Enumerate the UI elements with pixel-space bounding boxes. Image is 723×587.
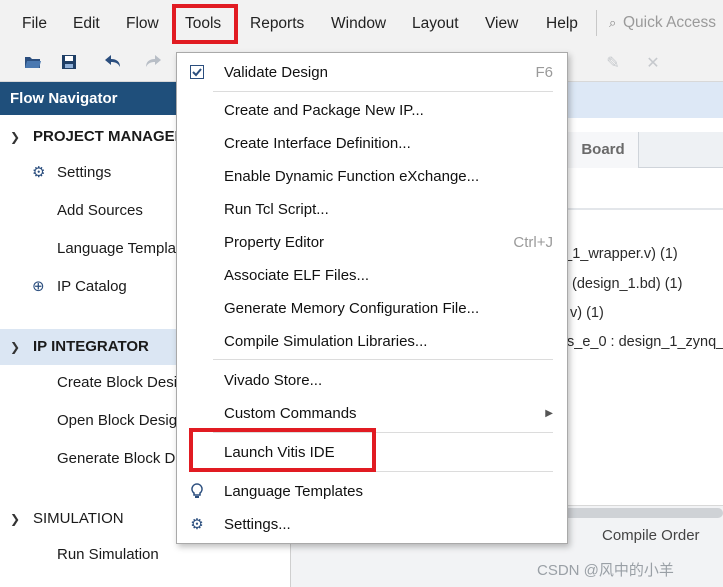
menu-bar: File Edit Flow Tools Reports Window Layo… [0,0,723,46]
plug-icon: ⊕ [32,278,45,295]
menu-reports[interactable]: Reports [250,12,304,36]
save-icon[interactable] [58,54,80,74]
menu-item-create-interface-definition[interactable]: Create Interface Definition... [177,127,567,160]
menu-item-label: Create Interface Definition... [224,135,411,152]
section-label: IP INTEGRATOR [33,338,149,355]
gear-icon: ⚙ [190,516,204,533]
search-icon: ⌕ [609,15,617,30]
section-label: PROJECT MANAGER [33,128,186,145]
menu-flow[interactable]: Flow [126,12,159,36]
chevron-down-icon: ❯ [10,130,21,144]
menu-item-label: Compile Simulation Libraries... [224,333,428,350]
gear-icon: ⚙ [32,164,46,181]
tab-board[interactable]: Board [567,132,639,168]
menu-window[interactable]: Window [331,12,386,36]
undo-icon[interactable] [102,54,124,74]
menu-file[interactable]: File [22,12,47,36]
submenu-arrow-icon: ▶ [545,408,553,419]
menu-item-validate-design[interactable]: Validate Design F6 [177,56,567,89]
section-label: SIMULATION [33,510,124,527]
source-tree-item[interactable]: (design_1.bd) (1) [572,276,682,292]
menu-separator [213,359,553,360]
menu-layout[interactable]: Layout [412,12,459,36]
nav-item-label: Open Block Design [57,412,186,429]
nav-item-run-simulation[interactable]: Run Simulation [0,540,291,570]
menu-item-label: Validate Design [224,64,328,81]
redo-icon[interactable] [142,54,164,74]
menu-help[interactable]: Help [546,12,578,36]
menu-item-label: Vivado Store... [224,372,323,389]
tab-compile-order[interactable]: Compile Order [602,527,700,544]
menu-item-label: Associate ELF Files... [224,267,370,284]
nav-item-label: IP Catalog [57,278,127,295]
tools-highlight-box [172,4,238,44]
disabled-close-icon: ✕ [646,55,660,72]
quick-access-search[interactable]: ⌕ Quick Access [596,10,723,36]
chevron-down-icon: ❯ [10,340,21,354]
menu-item-label: Settings... [224,516,291,533]
menu-item-label: Create and Package New IP... [224,102,424,119]
disabled-pin-icon: ✎ [606,55,620,72]
launch-vitis-highlight-box [189,428,376,472]
quick-access-placeholder: Quick Access [623,14,717,31]
source-tree-item[interactable]: s_e_0 : design_1_zynq_ [567,334,723,350]
nav-item-label: Run Simulation [57,546,159,563]
menu-item-generate-memory-config[interactable]: Generate Memory Configuration File... [177,292,567,325]
nav-item-label: Settings [57,164,112,181]
chevron-down-icon: ❯ [10,512,21,526]
menu-item-label: Property Editor [224,234,325,251]
menu-item-language-templates[interactable]: Language Templates [177,475,567,508]
menu-item-settings[interactable]: ⚙ Settings... [177,508,567,541]
menu-item-property-editor[interactable]: Property Editor Ctrl+J [177,226,567,259]
menu-item-vivado-store[interactable]: Vivado Store... [177,364,567,397]
lightbulb-icon [189,475,205,511]
menu-item-create-package-ip[interactable]: Create and Package New IP... [177,94,567,127]
menu-item-run-tcl-script[interactable]: Run Tcl Script... [177,193,567,226]
menu-item-label: Language Templates [224,483,363,500]
menu-item-label: Run Tcl Script... [224,201,329,218]
source-tree-item[interactable]: v) (1) [570,305,604,321]
menu-item-associate-elf[interactable]: Associate ELF Files... [177,259,567,292]
nav-item-label: Create Block Design [57,374,194,391]
menu-item-label: Enable Dynamic Function eXchange... [224,168,480,185]
checkbox-icon [189,56,205,91]
watermark: CSDN @风中的小羊 [537,562,674,579]
open-folder-icon[interactable] [22,54,44,74]
nav-item-label: Add Sources [57,202,143,219]
menu-view[interactable]: View [485,12,518,36]
menu-item-label: Custom Commands [224,405,357,422]
menu-item-compile-sim-libraries[interactable]: Compile Simulation Libraries... [177,325,567,358]
menu-item-label: Generate Memory Configuration File... [224,300,480,317]
menu-item-custom-commands[interactable]: Custom Commands ▶ [177,397,567,430]
menu-item-shortcut: F6 [535,64,553,81]
menu-edit[interactable]: Edit [73,12,100,36]
menu-item-enable-dfx[interactable]: Enable Dynamic Function eXchange... [177,160,567,193]
menu-item-shortcut: Ctrl+J [513,234,553,251]
menu-separator [213,91,553,92]
